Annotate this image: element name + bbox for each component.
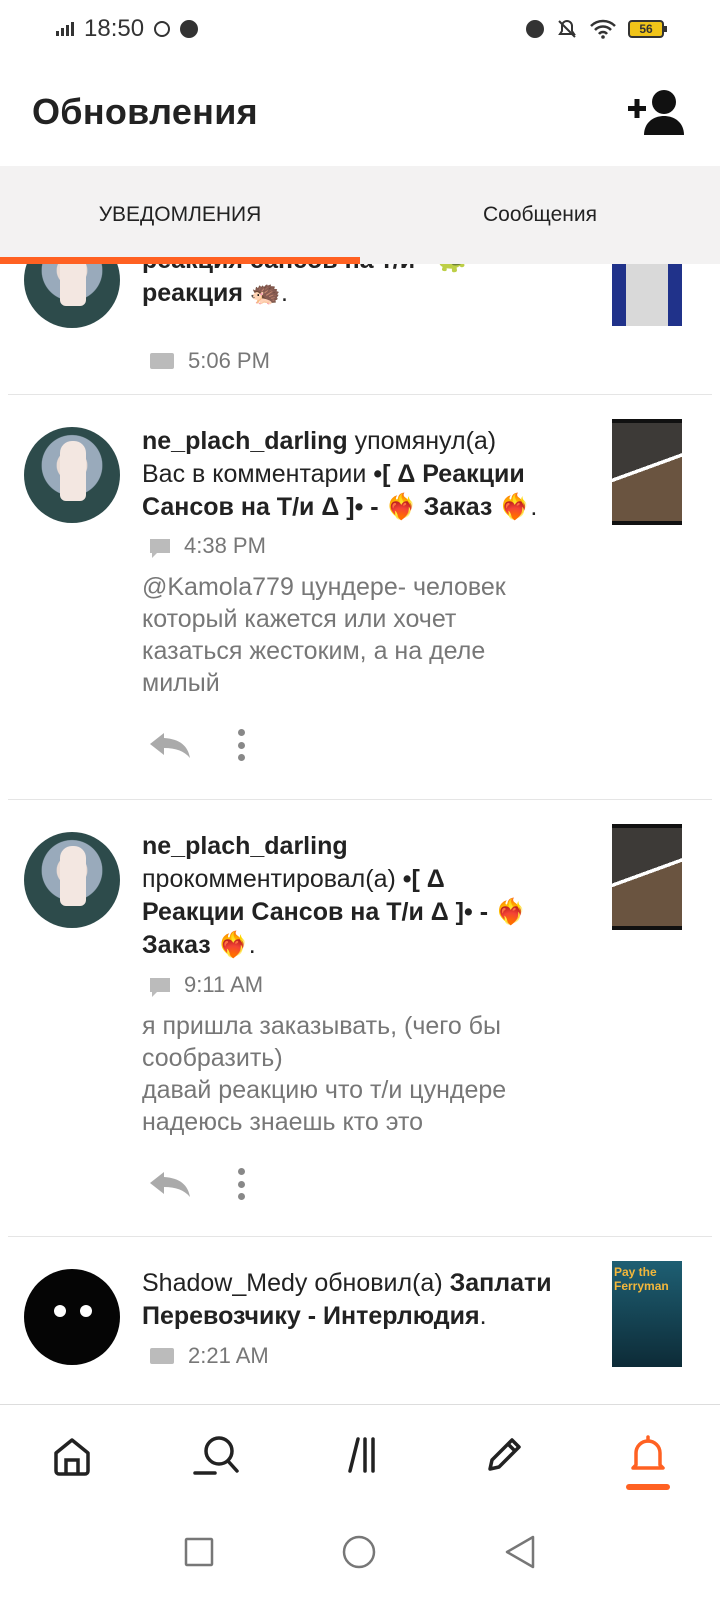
status-time: 18:50 <box>84 15 145 42</box>
add-user-icon <box>628 90 684 135</box>
status-right: 56 <box>526 18 667 40</box>
username[interactable]: Shadow_Medy <box>142 1269 307 1297</box>
home-icon <box>54 1437 90 1476</box>
battery-icon: 56 <box>628 20 667 38</box>
search-icon <box>193 1435 239 1475</box>
notification-text: ne_plach_darling упомянул(а) Вас в комме… <box>142 425 582 524</box>
bottom-nav <box>0 1404 720 1504</box>
time-label: 2:21 AM <box>188 1343 269 1368</box>
story-title[interactable]: •[ Δ <box>403 865 445 893</box>
text-end: . <box>281 279 288 307</box>
text-end: . <box>530 493 538 521</box>
bell-icon <box>631 1434 665 1470</box>
notification-item[interactable]: ne_plach_darling упомянул(а) Вас в комме… <box>8 395 712 800</box>
action-text: упомянул(а) <box>347 427 497 455</box>
nav-home[interactable] <box>0 1405 144 1504</box>
timestamp: 9:11 AM <box>150 972 263 998</box>
tab-bar: УВЕДОМЛЕНИЯ Сообщения <box>0 166 720 264</box>
avatar[interactable] <box>24 427 120 523</box>
story-title[interactable]: •[ Δ Реакции <box>373 460 524 488</box>
username[interactable]: ne_plach_darling <box>142 427 348 455</box>
story-title[interactable]: реакция сансов на т/и - 🐢 <box>142 264 468 274</box>
comment-icon <box>150 539 170 558</box>
story-cover[interactable] <box>612 824 682 930</box>
avatar[interactable] <box>24 264 120 328</box>
username[interactable]: ne_plach_darling <box>142 832 348 860</box>
tab-messages[interactable]: Сообщения <box>360 166 720 264</box>
item-actions <box>148 729 246 761</box>
story-cover[interactable] <box>612 264 682 326</box>
avatar[interactable] <box>24 1269 120 1365</box>
story-title-cont[interactable]: реакция 🦔 <box>142 279 281 307</box>
time-label: 5:06 PM <box>188 348 270 373</box>
action-text-cont: Вас в комментарии <box>142 460 374 488</box>
app-header: Обновления <box>0 58 720 166</box>
item-actions <box>148 1168 246 1200</box>
pencil-icon <box>488 1437 521 1471</box>
vpn-icon <box>154 21 171 37</box>
nav-write[interactable] <box>432 1405 576 1504</box>
back-icon[interactable] <box>503 1534 537 1570</box>
story-title-cont[interactable]: Перевозчику - Интерлюдия <box>142 1302 480 1330</box>
notification-text: ne_plach_darling прокомментировал(а) •[ … <box>142 830 582 962</box>
alarm-icon <box>180 20 199 38</box>
notifications-list: реакция сансов на т/и - 🐢 реакция 🦔. 5:0… <box>0 264 720 1404</box>
story-cover[interactable]: Pay the Ferryman <box>612 1261 682 1367</box>
text-end: . <box>479 1302 487 1330</box>
comment-icon <box>150 978 170 997</box>
comment-text: я пришла заказывать, (чего бы сообразить… <box>142 1012 507 1136</box>
notification-item[interactable]: реакция сансов на т/и - 🐢 реакция 🦔. 5:0… <box>8 264 712 395</box>
cover-title: Pay the Ferryman <box>614 1265 669 1293</box>
tab-notifications[interactable]: УВЕДОМЛЕНИЯ <box>0 166 360 264</box>
story-title-cont[interactable]: Реакции Сансов на Т/и Δ ]• - ❤️‍🔥 <box>142 898 526 926</box>
reply-icon[interactable] <box>148 731 192 759</box>
action-text: обновил(а) <box>307 1269 450 1297</box>
comment-text: @Kamola779 цундере- человек который каже… <box>142 573 506 697</box>
notification-item[interactable]: Shadow_Medy обновил(а) Заплати Перевозчи… <box>8 1237 712 1404</box>
signal-icon <box>56 22 74 36</box>
notification-text: реакция сансов на т/и - 🐢 реакция 🦔. <box>142 264 582 310</box>
timestamp: 2:21 AM <box>150 1343 269 1369</box>
status-left: 18:50 <box>56 15 199 43</box>
story-title[interactable]: Заплати <box>450 1269 552 1297</box>
time-label: 9:11 AM <box>184 972 264 997</box>
notification-item[interactable]: ne_plach_darling прокомментировал(а) •[ … <box>8 800 712 1237</box>
add-friend-button[interactable] <box>628 87 688 137</box>
story-title-end[interactable]: Заказ ❤️‍🔥 <box>142 931 249 959</box>
notification-text: Shadow_Medy обновил(а) Заплати Перевозчи… <box>142 1267 582 1333</box>
avatar[interactable] <box>24 832 120 928</box>
mute-icon <box>558 19 576 38</box>
more-options-icon[interactable] <box>238 729 246 761</box>
system-nav <box>0 1504 720 1600</box>
status-bar: 18:50 56 <box>0 0 720 58</box>
timestamp: 4:38 PM <box>150 533 266 559</box>
reply-icon[interactable] <box>148 1170 192 1198</box>
recent-apps-icon[interactable] <box>183 1536 215 1568</box>
story-title-cont[interactable]: Сансов на Т/и Δ ]• - ❤️‍🔥 Заказ ❤️‍🔥 <box>142 493 530 521</box>
library-icon <box>348 1436 375 1473</box>
more-options-icon[interactable] <box>238 1168 246 1200</box>
story-cover[interactable] <box>612 419 682 525</box>
alarm-clock-icon <box>526 20 544 38</box>
book-icon <box>150 353 174 369</box>
time-label: 4:38 PM <box>184 533 266 558</box>
action-text: прокомментировал(а) <box>142 865 403 893</box>
book-icon <box>150 1348 174 1364</box>
nav-library[interactable] <box>288 1405 432 1504</box>
nav-search[interactable] <box>144 1405 288 1504</box>
home-button-icon[interactable] <box>341 1534 377 1570</box>
timestamp: 5:06 PM <box>150 348 270 374</box>
page-title: Обновления <box>32 91 258 132</box>
wifi-icon <box>590 19 616 39</box>
nav-notifications[interactable] <box>576 1405 720 1504</box>
text-end: . <box>248 931 256 959</box>
